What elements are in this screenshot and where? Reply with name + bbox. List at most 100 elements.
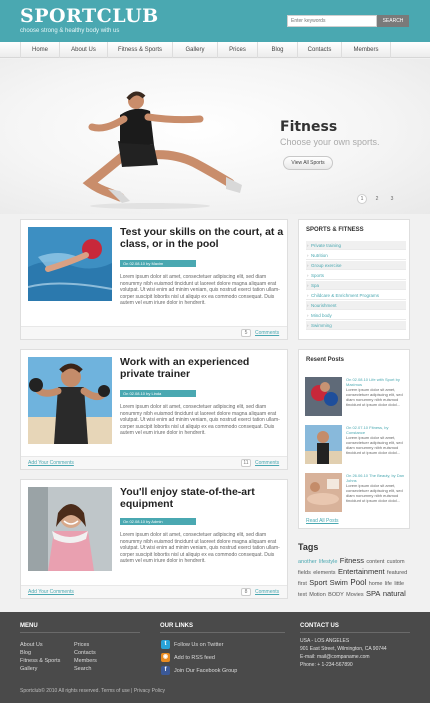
- tag-link[interactable]: another: [298, 559, 317, 565]
- nav-members[interactable]: Members: [341, 42, 391, 58]
- recent-posts-box: Resent Posts On 02.08.10 Life with Sport…: [298, 349, 410, 529]
- nav-about-us[interactable]: About Us: [59, 42, 107, 58]
- recent-post-excerpt: Lorem ipsum dolor sit amet, consectetuer…: [346, 483, 403, 503]
- boxing-thumbnail[interactable]: [305, 377, 342, 416]
- tag-link[interactable]: text: [298, 592, 307, 598]
- sports-item-sports[interactable]: Sports: [306, 271, 406, 280]
- blog-post: You'll enjoy state-of-the-art equipment …: [20, 479, 288, 599]
- tag-link[interactable]: natural: [383, 589, 406, 598]
- read-all-posts-link[interactable]: Read All Posts: [306, 518, 339, 524]
- comments-link[interactable]: Comments: [255, 330, 279, 336]
- tag-link[interactable]: elements: [313, 570, 335, 576]
- sports-item-mind-body[interactable]: Mind body: [306, 311, 406, 320]
- spa-thumbnail[interactable]: [305, 473, 342, 512]
- footer-contact-title: CONTACT US: [300, 623, 339, 629]
- add-comments-link[interactable]: Add Your Comments: [28, 589, 74, 595]
- slide-page-1[interactable]: 1: [357, 194, 367, 204]
- slide-page-2[interactable]: 2: [372, 194, 382, 204]
- header: SPORTCLUB choose strong & healthy body w…: [0, 0, 430, 42]
- sports-item-nourishment[interactable]: Nourishment: [306, 301, 406, 310]
- twitter-icon[interactable]: t: [161, 640, 170, 649]
- footer-link-gallery[interactable]: Gallery: [20, 666, 37, 672]
- comments-link[interactable]: Comments: [255, 589, 279, 595]
- tag-link[interactable]: first: [298, 581, 307, 587]
- post-excerpt: Lorem ipsum dolor sit amet, consectetuer…: [120, 274, 280, 306]
- tag-link[interactable]: SPA: [366, 589, 380, 598]
- tag-link[interactable]: custom: [387, 559, 405, 565]
- rss-link[interactable]: Add to RSS feed: [174, 655, 215, 661]
- tag-link[interactable]: Entertainment: [338, 567, 385, 576]
- search-input[interactable]: [287, 15, 377, 27]
- nav-gallery[interactable]: Gallery: [172, 42, 217, 58]
- boxer-woman-photo: [28, 357, 112, 444]
- post-title[interactable]: Work with an experienced private trainer: [120, 356, 284, 380]
- tag-link[interactable]: little: [394, 581, 404, 587]
- kicking-athlete-image: [82, 91, 242, 209]
- tag-link[interactable]: Sport: [309, 578, 327, 587]
- slogan: choose strong & healthy body with us: [20, 28, 120, 34]
- tag-link[interactable]: fields: [298, 570, 311, 576]
- recent-post-text: On 02.08.10 Life with Sport by Maximus L…: [346, 377, 406, 407]
- footer-link-about[interactable]: About Us: [20, 642, 43, 648]
- footer-link-prices[interactable]: Prices: [74, 642, 89, 648]
- post-footer: Add Your Comments 8 Comments: [21, 585, 287, 598]
- footer-link-search[interactable]: Search: [74, 666, 91, 672]
- comments-link[interactable]: Comments: [255, 460, 279, 466]
- tag-link[interactable]: Motion: [309, 592, 326, 598]
- view-all-sports-button[interactable]: View All Sports: [283, 156, 333, 170]
- contact-city: USA - LOS ANGELES: [300, 638, 350, 644]
- nav-prices[interactable]: Prices: [217, 42, 257, 58]
- post-meta: On 02.08.10 by Admin: [120, 518, 196, 525]
- nav-fitness-sports[interactable]: Fitness & Sports: [107, 42, 172, 58]
- tag-link[interactable]: Pool: [350, 578, 366, 587]
- contact-email[interactable]: E-mail: mail@companame.com: [300, 654, 370, 660]
- comment-count-badge: 11: [241, 459, 251, 467]
- post-title[interactable]: You'll enjoy state-of-the-art equipment: [120, 486, 284, 510]
- footer-menu-title: MENU: [20, 623, 38, 629]
- nav-blog[interactable]: Blog: [257, 42, 297, 58]
- tag-link[interactable]: Movies: [346, 592, 363, 598]
- tag-link[interactable]: life: [385, 581, 392, 587]
- post-meta: On 02.08.10 by Maxim: [120, 260, 196, 267]
- tag-cloud: another lifestyle Fitness content custom…: [298, 556, 412, 600]
- tag-link[interactable]: home: [369, 581, 383, 587]
- facebook-link[interactable]: Join Our Facebook Group: [174, 668, 237, 674]
- footer: MENU About Us Blog Fitness & Sports Gall…: [0, 612, 430, 703]
- fitness-woman-photo: [28, 487, 112, 571]
- tag-link[interactable]: BODY: [328, 592, 344, 598]
- hero-slider: Fitness Choose your own sports. View All…: [0, 59, 430, 214]
- slide-page-3[interactable]: 3: [387, 194, 397, 204]
- nav-home[interactable]: Home: [20, 42, 59, 58]
- rss-icon[interactable]: ◉: [161, 653, 170, 662]
- tag-link[interactable]: content: [366, 559, 384, 565]
- sports-item-private-training[interactable]: Private training: [306, 241, 406, 250]
- twitter-link[interactable]: Follow Us on Twitter: [174, 642, 223, 648]
- tag-link[interactable]: Swim: [330, 578, 348, 587]
- footer-divider: [160, 632, 285, 633]
- footer-link-contacts[interactable]: Contacts: [74, 650, 96, 656]
- footer-link-fitness[interactable]: Fitness & Sports: [20, 658, 60, 664]
- sports-fitness-title: SPORTS & FITNESS: [306, 227, 364, 233]
- fitness-thumbnail[interactable]: [305, 425, 342, 464]
- sports-item-nutrition[interactable]: Nutrition: [306, 251, 406, 260]
- facebook-icon[interactable]: f: [161, 666, 170, 675]
- logo[interactable]: SPORTCLUB: [20, 5, 159, 27]
- sports-item-spa[interactable]: Spa: [306, 281, 406, 290]
- footer-link-members[interactable]: Members: [74, 658, 97, 664]
- tag-link[interactable]: lifestyle: [319, 559, 337, 565]
- tag-link[interactable]: Fitness: [340, 556, 364, 565]
- footer-link-blog[interactable]: Blog: [20, 650, 31, 656]
- tag-link[interactable]: featured: [387, 570, 407, 576]
- footer-divider: [300, 632, 410, 633]
- add-comments-link[interactable]: Add Your Comments: [28, 460, 74, 466]
- sports-item-childcare[interactable]: Childcare & Enrichment Programs: [306, 291, 406, 300]
- sports-item-swimming[interactable]: Swimming: [306, 321, 406, 330]
- recent-post-text: On 02.07.10 Fitness, by Constance Lorem …: [346, 425, 406, 455]
- nav-contacts[interactable]: Contacts: [297, 42, 341, 58]
- sports-item-group-exercise[interactable]: Group exercise: [306, 261, 406, 270]
- recent-posts-title: Resent Posts: [306, 357, 345, 363]
- contact-address: 901 East Street, Wilmington, CA 90744: [300, 646, 387, 652]
- search-button[interactable]: SEARCH: [377, 15, 409, 27]
- post-footer: Add Your Comments 11 Comments: [21, 456, 287, 469]
- post-title[interactable]: Test your skills on the court, at a clas…: [120, 226, 284, 250]
